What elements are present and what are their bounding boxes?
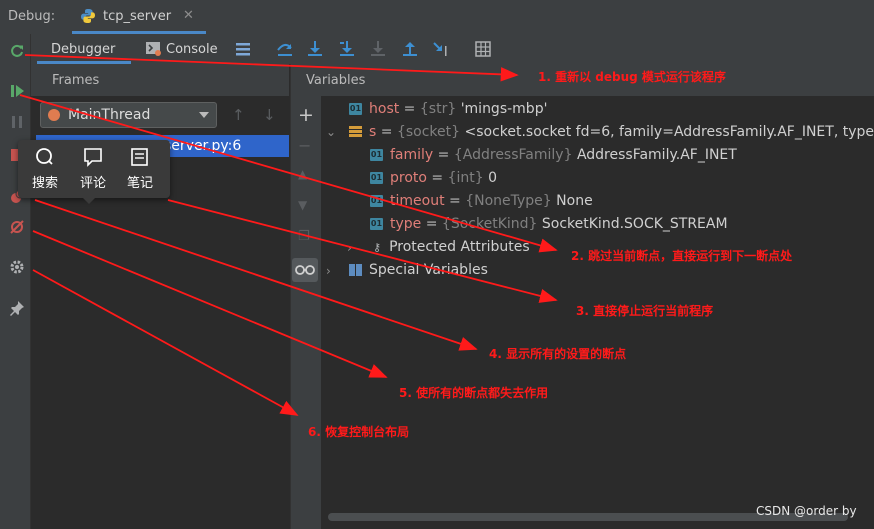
step-into-my-code-icon[interactable] — [338, 40, 356, 58]
popup-comment-label: 评论 — [79, 176, 106, 191]
comment-icon — [84, 148, 102, 167]
popup-search-label: 搜索 — [31, 176, 58, 191]
toggle-inline-values-button[interactable] — [292, 258, 318, 282]
move-up-icon[interactable]: ▲ — [298, 167, 307, 181]
watermark: CSDN @order by — [756, 504, 857, 518]
variable-row[interactable]: 01 family = {AddressFamily} AddressFamily… — [370, 147, 737, 167]
selection-popup: 搜索 评论 笔记 — [18, 140, 170, 204]
tab-label: tcp_server — [103, 9, 172, 24]
popup-note-label: 笔记 — [126, 176, 153, 191]
popup-search-button[interactable]: 搜索 — [23, 146, 67, 191]
python-icon — [81, 9, 95, 23]
annotation-label: 6. 恢复控制台布局 — [308, 425, 410, 439]
annotation-label: 4. 显示所有的设置的断点 — [489, 347, 627, 361]
close-icon[interactable]: ✕ — [183, 8, 194, 23]
note-icon — [131, 148, 148, 166]
console-icon — [146, 42, 161, 56]
mute-breakpoints-icon[interactable] — [9, 219, 25, 235]
primitive-icon: 01 — [349, 103, 362, 115]
force-step-into-icon[interactable] — [369, 40, 387, 58]
annotation-label: 1. 重新以 debug 模式运行该程序 — [538, 70, 726, 84]
frames-title: Frames — [52, 73, 100, 88]
rerun-icon[interactable] — [9, 43, 25, 59]
chevron-right-icon[interactable]: › — [326, 264, 331, 278]
thread-select[interactable]: MainThread — [40, 102, 217, 128]
glasses-icon — [295, 265, 315, 275]
arrow-up-icon[interactable]: ↑ — [232, 106, 245, 124]
tab-debugger-label: Debugger — [51, 42, 116, 57]
variable-row[interactable]: 01 timeout = {NoneType} None — [370, 193, 593, 213]
popup-note-button[interactable]: 笔记 — [118, 146, 162, 191]
chevron-down-icon — [199, 112, 209, 118]
tab-console[interactable]: Console — [144, 34, 230, 64]
variable-row[interactable]: 01 proto = {int} 0 — [370, 170, 497, 190]
thread-status-icon — [48, 109, 60, 121]
evaluate-icon[interactable] — [474, 40, 492, 58]
pause-icon[interactable] — [9, 114, 25, 130]
thread-label: MainThread — [68, 107, 151, 123]
chevron-right-icon[interactable]: › — [347, 241, 352, 255]
annotation-label: 3. 直接停止运行当前程序 — [576, 304, 714, 318]
popup-comment-button[interactable]: 评论 — [71, 146, 115, 191]
arrow-down-icon[interactable]: ↓ — [263, 106, 276, 124]
move-down-icon[interactable]: ▼ — [298, 198, 307, 212]
debug-left-toolbar — [0, 34, 31, 529]
add-watch-icon[interactable]: + — [298, 104, 314, 126]
primitive-icon: 01 — [370, 195, 383, 207]
step-out-icon[interactable] — [401, 40, 419, 58]
chevron-down-icon[interactable]: ⌄ — [326, 125, 336, 139]
variable-row[interactable]: 01 host = {str} 'mings-mbp' — [349, 101, 547, 121]
step-into-icon[interactable] — [306, 40, 324, 58]
remove-watch-icon[interactable]: − — [298, 136, 311, 155]
protected-attributes-row[interactable]: ⚷ Protected Attributes — [373, 239, 530, 259]
primitive-icon: 01 — [370, 172, 383, 184]
step-over-icon[interactable] — [276, 40, 294, 58]
primitive-icon: 01 — [370, 149, 383, 161]
tab-console-label: Console — [166, 42, 218, 57]
annotation-label: 2. 跳过当前断点，直接运行到下一断点处 — [571, 249, 793, 263]
frames-layout-icon[interactable] — [234, 40, 252, 58]
tab-tcp-server[interactable]: tcp_server ✕ — [72, 0, 206, 34]
special-variables-icon — [349, 264, 362, 276]
variable-row[interactable]: 01 type = {SocketKind} SocketKind.SOCK_ST… — [370, 216, 728, 236]
copy-icon[interactable]: ❐ — [298, 229, 310, 244]
object-icon — [349, 126, 362, 138]
primitive-icon: 01 — [370, 218, 383, 230]
special-variables-row[interactable]: Special Variables — [349, 262, 488, 282]
variables-title: Variables — [306, 73, 366, 88]
run-to-cursor-icon[interactable] — [432, 40, 450, 58]
debug-label: Debug: — [8, 9, 56, 24]
resume-icon[interactable] — [9, 83, 25, 99]
pin-icon[interactable] — [9, 300, 25, 316]
settings-icon[interactable] — [9, 259, 25, 275]
tab-debugger[interactable]: Debugger — [37, 34, 131, 64]
search-icon — [36, 148, 53, 165]
key-icon: ⚷ — [373, 241, 382, 254]
variables-side-toolbar — [290, 96, 321, 529]
annotation-label: 5. 使所有的断点都失去作用 — [399, 386, 549, 400]
variable-row[interactable]: s = {socket} <socket.socket fd=6, family… — [349, 124, 874, 144]
